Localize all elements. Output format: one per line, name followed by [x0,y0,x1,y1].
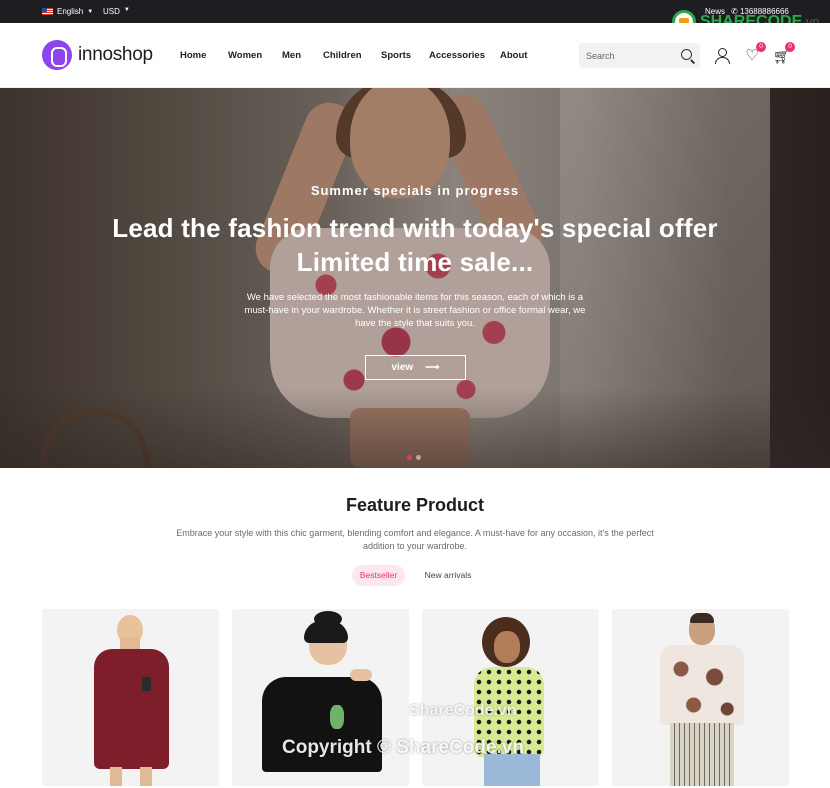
language-label: English [57,7,84,16]
cart-count-badge: 0 [785,42,795,52]
product-card[interactable] [42,609,219,786]
slider-dots [407,455,421,460]
search-icon[interactable] [681,49,692,60]
nav-item-sports[interactable]: Sports [381,50,411,61]
hero-subtitle: Summer specials in progress [310,183,520,198]
section-title: Feature Product [345,495,485,515]
arrow-right-icon: ⟶ [425,362,440,373]
hero-banner: Summer specials in progress Lead the fas… [0,88,830,468]
search-input[interactable] [579,43,669,68]
hero-description: We have selected the most fashionable it… [244,292,586,329]
currency-selector[interactable]: USD ▼ [103,7,130,16]
nav-item-women[interactable]: Women [228,50,262,61]
language-selector[interactable]: English ▼ [42,7,93,16]
hero-title-line-1: Lead the fashion trend with today's spec… [112,213,718,243]
hero-title-line-2: Limited time sale... [296,247,534,277]
nav-item-home[interactable]: Home [180,50,206,61]
slider-dot[interactable] [416,455,421,460]
copyright-watermark: Copyright © ShareCode.vn [282,737,525,758]
caret-down-icon: ▼ [87,8,94,15]
search-box [579,43,700,68]
nav-item-accessories[interactable]: Accessories [429,50,485,61]
view-button[interactable]: view ⟶ [365,355,466,380]
cart-icon[interactable]: 🛒︎ 0 [773,42,795,64]
nav-item-about[interactable]: About [500,50,527,61]
nav-item-men[interactable]: Men [282,50,301,61]
caret-down-icon: ▼ [123,7,130,13]
wishlist-count-badge: 0 [756,42,766,52]
hero-title: Lead the fashion trend with today's spec… [0,211,830,279]
us-flag-icon [42,8,53,15]
nav-item-children[interactable]: Children [323,50,362,61]
site-header: innoshop Home Women Men Children Sports … [0,23,830,88]
tab-new-arrivals[interactable]: New arrivals [418,565,478,586]
brand-name: innoshop [78,44,153,65]
user-icon[interactable] [714,48,730,64]
slider-dot[interactable] [407,455,412,460]
wishlist-icon[interactable]: ♡ 0 [744,42,766,64]
product-card[interactable] [612,609,789,786]
brand-logo-icon [42,40,72,70]
tab-bestseller[interactable]: Bestseller [352,565,405,586]
product-card[interactable] [422,609,599,786]
currency-label: USD [103,7,120,16]
watermark-text: ShareCode.vn [409,702,517,719]
brand-logo[interactable]: innoshop [42,40,153,70]
view-button-label: view [391,362,414,373]
section-description: Embrace your style with this chic garmen… [176,528,654,551]
product-card[interactable] [232,609,409,786]
